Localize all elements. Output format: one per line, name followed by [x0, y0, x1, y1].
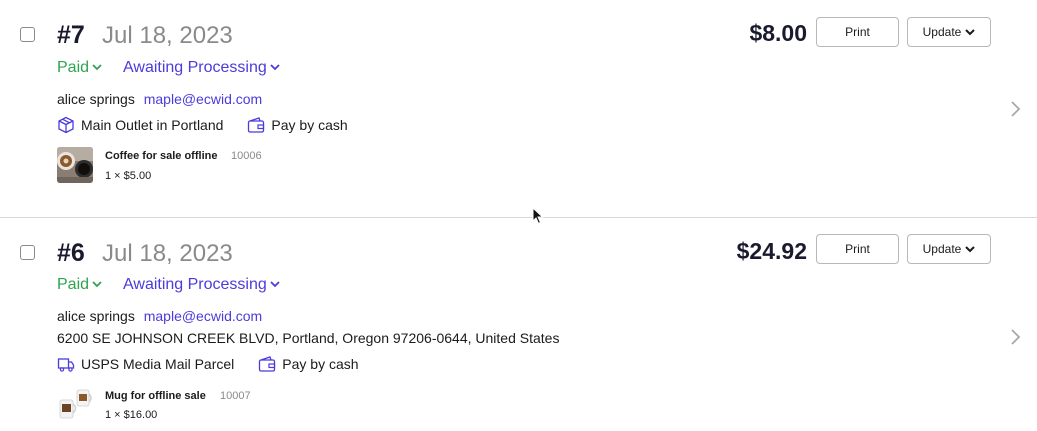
wallet-icon	[259, 356, 276, 372]
update-button[interactable]: Update	[907, 234, 991, 264]
payment-status-label: Paid	[57, 59, 90, 76]
order-total: $24.92	[736, 238, 807, 264]
chevron-down-icon	[92, 281, 102, 288]
order-date: Jul 18, 2023	[102, 22, 233, 49]
update-button-label: Update	[922, 25, 962, 39]
print-button[interactable]: Print	[816, 234, 899, 264]
chevron-down-icon	[92, 64, 102, 71]
chevron-down-icon	[965, 28, 976, 35]
chevron-right-icon[interactable]	[1010, 100, 1022, 118]
customer-info: alice springs maple@ecwid.com	[57, 308, 262, 324]
wallet-icon	[248, 117, 265, 133]
mug-thumbnail[interactable]	[57, 386, 93, 422]
product-quantity-price: 1 × $5.00	[105, 170, 152, 182]
order-select-checkbox[interactable]	[20, 27, 35, 42]
customer-name: alice springs	[57, 91, 135, 107]
payment-method: Pay by cash	[271, 117, 348, 133]
product-name[interactable]: Coffee for sale offline	[105, 150, 217, 162]
coffee-thumbnail[interactable]	[57, 147, 93, 183]
order-total: $8.00	[749, 20, 807, 46]
payment-status-dropdown[interactable]: Paid	[57, 59, 102, 77]
print-button[interactable]: Print	[816, 17, 899, 47]
product-quantity-price: 1 × $16.00	[105, 409, 158, 421]
order-card[interactable]: #6 Jul 18, 2023 Paid Awaiting Processing…	[0, 218, 1037, 431]
customer-info: alice springs maple@ecwid.com	[57, 91, 262, 107]
customer-name: alice springs	[57, 308, 135, 324]
shipping-address: 6200 SE JOHNSON CREEK BLVD, Portland, Or…	[57, 330, 560, 346]
delivery-method: Main Outlet in Portland	[81, 117, 224, 133]
product-sku: 10006	[231, 150, 262, 162]
fulfillment-status-dropdown[interactable]: Awaiting Processing	[123, 276, 280, 294]
payment-status-label: Paid	[57, 276, 90, 293]
chevron-down-icon	[270, 281, 280, 288]
product-name[interactable]: Mug for offline sale	[105, 390, 206, 402]
box-icon	[58, 116, 74, 134]
mouse-cursor-icon	[532, 207, 544, 225]
fulfillment-status-label: Awaiting Processing	[123, 276, 267, 293]
order-card[interactable]: #7 Jul 18, 2023 Paid Awaiting Processing…	[0, 0, 1037, 218]
order-meta: Main Outlet in Portland Pay by cash	[57, 116, 348, 134]
update-button-label: Update	[922, 242, 962, 256]
order-select-checkbox[interactable]	[20, 245, 35, 260]
chevron-down-icon	[270, 64, 280, 71]
chevron-down-icon	[965, 245, 976, 252]
customer-email-link[interactable]: maple@ecwid.com	[144, 91, 262, 107]
update-button[interactable]: Update	[907, 17, 991, 47]
customer-email-link[interactable]: maple@ecwid.com	[144, 308, 262, 324]
chevron-right-icon[interactable]	[1010, 328, 1022, 346]
product-sku: 10007	[220, 390, 251, 402]
order-meta: USPS Media Mail Parcel Pay by cash	[57, 355, 359, 373]
fulfillment-status-dropdown[interactable]: Awaiting Processing	[123, 59, 280, 77]
payment-status-dropdown[interactable]: Paid	[57, 276, 102, 294]
delivery-method: USPS Media Mail Parcel	[81, 356, 235, 372]
order-number[interactable]: #7	[57, 21, 85, 50]
payment-method: Pay by cash	[282, 356, 359, 372]
truck-icon	[57, 358, 75, 372]
fulfillment-status-label: Awaiting Processing	[123, 59, 267, 76]
order-date: Jul 18, 2023	[102, 240, 233, 267]
order-number[interactable]: #6	[57, 239, 85, 268]
